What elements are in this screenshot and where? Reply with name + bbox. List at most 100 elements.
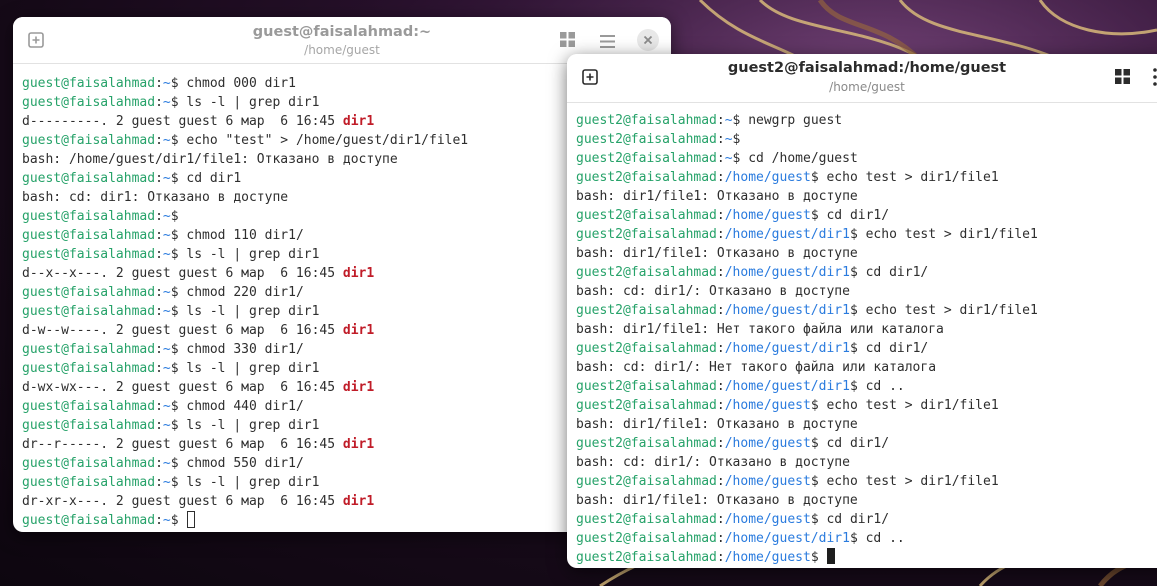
command-text: $ [170,209,179,224]
directory-name: dir1 [342,114,375,129]
command-text: $ ls -l | grep dir1 [170,247,320,262]
prompt-path: /home/guest [724,474,811,489]
prompt-path: /home/guest/dir1 [724,227,850,242]
prompt-user: guest2@faisalahmad [576,436,717,451]
prompt-path: ~ [162,513,171,528]
prompt-user: guest@faisalahmad [22,133,156,148]
terminal-window-guest2[interactable]: guest2@faisalahmad:/home/guest /home/gue… [567,54,1157,568]
terminal-line: guest2@faisalahmad:/home/guest/dir1$ cd … [576,263,1157,282]
command-text: $ cd dir1/ [849,341,929,356]
terminal-line: guest2@faisalahmad:~$ [576,130,1157,149]
terminal-line: guest2@faisalahmad:/home/guest/dir1$ cd … [576,339,1157,358]
prompt-separator: : [716,379,725,394]
hamburger-menu-icon[interactable] [600,33,615,52]
terminal-line: guest@faisalahmad:~$ chmod 550 dir1/ [22,454,662,473]
terminal-line: guest@faisalahmad:~$ [22,207,662,226]
command-text: $ echo test > dir1/file1 [849,303,1038,318]
prompt-path: ~ [724,151,733,166]
output-text: bash: cd: dir1/: Отказано в доступе [576,455,850,470]
command-text: $ echo "test" > /home/guest/dir1/file1 [170,133,469,148]
prompt-path: ~ [162,95,171,110]
output-text: bash: dir1/file1: Отказано в доступе [576,246,858,261]
prompt-separator: : [155,247,163,262]
prompt-user: guest2@faisalahmad [576,227,717,242]
prompt-path: /home/guest/dir1 [724,265,850,280]
terminal-line: guest@faisalahmad:~$ chmod 110 dir1/ [22,226,662,245]
command-text: $ chmod 330 dir1/ [170,342,304,357]
prompt-user: guest2@faisalahmad [576,531,717,546]
close-icon[interactable] [637,29,659,55]
prompt-user: guest2@faisalahmad [576,550,717,565]
output-text: bash: dir1/file1: Отказано в доступе [576,189,858,204]
prompt-user: guest2@faisalahmad [576,379,717,394]
command-text: $ [810,550,827,565]
terminal-line: guest@faisalahmad:~$ chmod 220 dir1/ [22,283,662,302]
text-cursor [827,548,836,564]
terminal-line: guest@faisalahmad:~$ cd dir1 [22,169,662,188]
prompt-path: ~ [162,361,171,376]
grid-icon[interactable] [1115,69,1130,88]
directory-name: dir1 [342,380,375,395]
output-text: bash: dir1/file1: Отказано в доступе [576,493,858,508]
prompt-separator: : [155,361,163,376]
prompt-user: guest@faisalahmad [22,95,156,110]
prompt-user: guest@faisalahmad [22,228,156,243]
terminal-line: bash: cd: dir1: Отказано в доступе [22,188,662,207]
prompt-path: ~ [162,399,171,414]
terminal-output[interactable]: guest2@faisalahmad:~$ newgrp guest guest2… [567,103,1157,567]
terminal-line: guest@faisalahmad:~$ ls -l | grep dir1 [22,416,662,435]
prompt-user: guest2@faisalahmad [576,265,717,280]
prompt-separator: : [716,303,725,318]
terminal-line: guest2@faisalahmad:/home/guest/dir1$ ech… [576,301,1157,320]
terminal-line: guest@faisalahmad:~$ chmod 330 dir1/ [22,340,662,359]
prompt-separator: : [716,531,725,546]
prompt-user: guest2@faisalahmad [576,398,717,413]
directory-name: dir1 [342,323,375,338]
terminal-line: d-wx-wx---. 2 guest guest 6 мар 6 16:45 … [22,378,662,397]
grid-icon[interactable] [560,32,575,51]
prompt-path: ~ [162,171,171,186]
prompt-path: /home/guest/dir1 [724,341,850,356]
prompt-path: ~ [162,456,171,471]
text-cursor [187,511,196,528]
prompt-separator: : [716,170,725,185]
prompt-separator: : [155,304,163,319]
prompt-user: guest2@faisalahmad [576,474,717,489]
prompt-path: ~ [162,475,171,490]
command-text: $ cd dir1/ [849,265,929,280]
prompt-path: ~ [162,304,171,319]
terminal-line: guest@faisalahmad:~$ ls -l | grep dir1 [22,473,662,492]
prompt-user: guest2@faisalahmad [576,303,717,318]
command-text: $ echo test > dir1/file1 [810,170,999,185]
prompt-separator: : [716,132,725,147]
ls-entry: dr-xr-x---. 2 guest guest 6 мар 6 16:45 [22,494,343,509]
prompt-user: guest@faisalahmad [22,171,156,186]
terminal-line: guest@faisalahmad:~$ chmod 440 dir1/ [22,397,662,416]
prompt-path: /home/guest [724,170,811,185]
terminal-header: guest2@faisalahmad:/home/guest /home/gue… [567,54,1157,103]
terminal-line: guest@faisalahmad:~$ echo "test" > /home… [22,131,662,150]
terminal-line: guest2@faisalahmad:/home/guest$ echo tes… [576,168,1157,187]
terminal-line: bash: cd: dir1/: Отказано в доступе [576,453,1157,472]
ls-entry: d--x--x---. 2 guest guest 6 мар 6 16:45 [22,266,343,281]
terminal-line: dr-xr-x---. 2 guest guest 6 мар 6 16:45 … [22,492,662,511]
window-subtitle: /home/guest [829,80,905,94]
kebab-menu-icon[interactable] [1153,68,1157,90]
terminal-line: bash: /home/guest/dir1/file1: Отказано в… [22,150,662,169]
prompt-path: /home/guest [724,208,811,223]
window-title: guest2@faisalahmad:/home/guest [727,60,1007,76]
output-text: bash: dir1/file1: Нет такого файла или к… [576,322,944,337]
command-text: $ cd .. [849,531,905,546]
output-text: bash: /home/guest/dir1/file1: Отказано в… [22,152,398,167]
prompt-path: /home/guest/dir1 [724,379,850,394]
directory-name: dir1 [342,266,375,281]
terminal-line: guest2@faisalahmad:/home/guest/dir1$ cd … [576,377,1157,396]
terminal-line: guest@faisalahmad:~$ ls -l | grep dir1 [22,93,662,112]
terminal-line: guest@faisalahmad:~$ chmod 000 dir1 [22,74,662,93]
prompt-separator: : [716,398,725,413]
terminal-line: d-w--w----. 2 guest guest 6 мар 6 16:45 … [22,321,662,340]
terminal-line: bash: dir1/file1: Отказано в доступе [576,244,1157,263]
terminal-line: guest2@faisalahmad:/home/guest$ echo tes… [576,472,1157,491]
terminal-line: guest2@faisalahmad:/home/guest$ cd dir1/ [576,434,1157,453]
prompt-user: guest2@faisalahmad [576,113,717,128]
